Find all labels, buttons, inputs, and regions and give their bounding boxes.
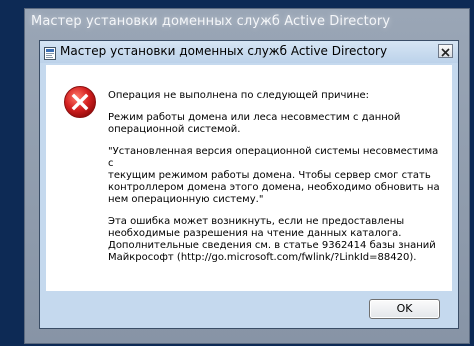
error-dialog: Мастер установки доменных служб Active D…: [39, 40, 459, 329]
message-incompatible-mode: Режим работы домена или леса несовместим…: [108, 112, 401, 135]
close-icon: [441, 42, 450, 61]
message-permissions-note: Эта ошибка может возникнуть, если не пре…: [108, 216, 436, 263]
close-button[interactable]: [438, 44, 453, 58]
dialog-footer: OK: [46, 291, 452, 324]
background-window-title: Мастер установки доменных служб Active D…: [31, 14, 391, 29]
message-os-version-detail: "Установленная версия операционной систе…: [108, 146, 440, 205]
ad-wizard-icon: [44, 45, 56, 60]
error-icon: [63, 85, 97, 119]
error-message: Операция не выполнена по следующей причи…: [108, 90, 444, 274]
dialog-content: Операция не выполнена по следующей причи…: [46, 65, 452, 291]
ok-button[interactable]: OK: [369, 299, 440, 319]
message-reason-heading: Операция не выполнена по следующей причи…: [108, 90, 370, 101]
dialog-titlebar[interactable]: Мастер установки доменных служб Active D…: [40, 41, 458, 63]
dialog-title: Мастер установки доменных служб Active D…: [60, 44, 388, 58]
